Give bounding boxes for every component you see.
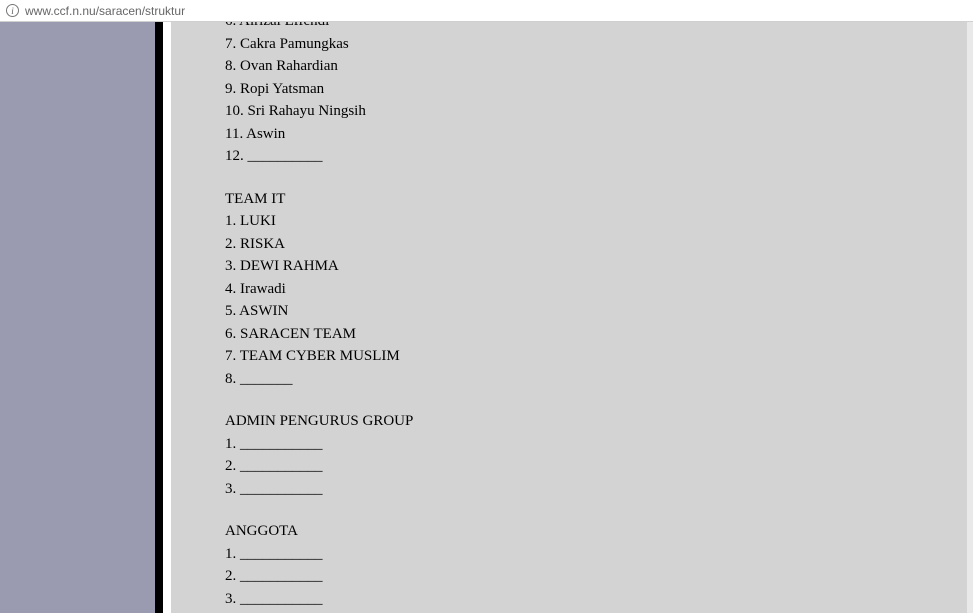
list-item: 3. ___________	[225, 478, 413, 501]
list-item: 7. Cakra Pamungkas	[225, 33, 413, 56]
list-item: 3. DEWI RAHMA	[225, 255, 413, 278]
vertical-scrollbar[interactable]	[967, 22, 973, 613]
section-heading-anggota: ANGGOTA	[225, 520, 413, 543]
address-bar[interactable]: i www.ccf.n.nu/saracen/struktur	[0, 0, 973, 22]
list-item: 9. Ropi Yatsman	[225, 78, 413, 101]
list-item: 2. RISKA	[225, 233, 413, 256]
list-item: 10. Sri Rahayu Ningsih	[225, 100, 413, 123]
list-item: 1. ___________	[225, 433, 413, 456]
list-item: 12. __________	[225, 145, 413, 168]
info-icon[interactable]: i	[6, 4, 19, 17]
url-text: www.ccf.n.nu/saracen/struktur	[25, 4, 185, 18]
list-item: 6. SARACEN TEAM	[225, 323, 413, 346]
list-item: 7. TEAM CYBER MUSLIM	[225, 345, 413, 368]
list-item: 8. Ovan Rahardian	[225, 55, 413, 78]
list-item: 11. Aswin	[225, 123, 413, 146]
list-item: 2. ___________	[225, 565, 413, 588]
list-item: 4. Irawadi	[225, 278, 413, 301]
document-content: 6. Alrizal Effendi 7. Cakra Pamungkas 8.…	[225, 22, 413, 613]
list-item: 5. ASWIN	[225, 300, 413, 323]
left-sidebar-pane	[0, 22, 163, 613]
list-item: 8. _______	[225, 368, 413, 391]
list-item: 2. ___________	[225, 455, 413, 478]
section-heading-admin-pengurus: ADMIN PENGURUS GROUP	[225, 410, 413, 433]
viewport: 6. Alrizal Effendi 7. Cakra Pamungkas 8.…	[0, 22, 973, 613]
list-item: 6. Alrizal Effendi	[225, 22, 413, 33]
document-page: 6. Alrizal Effendi 7. Cakra Pamungkas 8.…	[171, 22, 967, 613]
list-item: 1. LUKI	[225, 210, 413, 233]
list-item: 1. ___________	[225, 543, 413, 566]
list-item: 3. ___________	[225, 588, 413, 611]
section-heading-team-it: TEAM IT	[225, 188, 413, 211]
